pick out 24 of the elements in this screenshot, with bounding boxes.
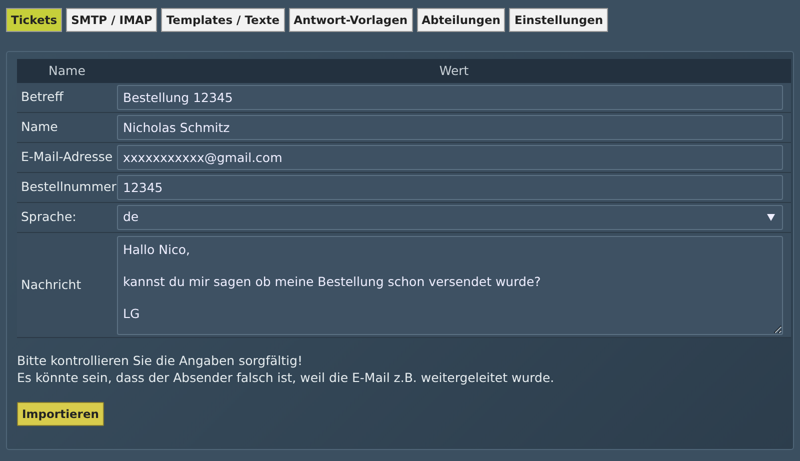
import-button[interactable]: Importieren	[17, 402, 104, 426]
select-field[interactable]: de	[117, 205, 783, 230]
text-field[interactable]: 12345	[117, 175, 783, 200]
column-header: Name	[48, 62, 86, 80]
message-field[interactable]: Hallo Nico, kannst du mir sagen ob meine Bestellung schon versendet wurde? LG	[117, 236, 783, 335]
tab[interactable]: Tickets	[6, 8, 62, 32]
field-label: E-Mail-Adresse	[20, 148, 114, 166]
field-label: Betreff	[20, 88, 65, 106]
notice-text: Bitte kontrollieren Sie die Angaben sorgfältig!	[17, 352, 304, 369]
column-header: Wert	[438, 62, 470, 80]
notice-text: Es könnte sein, dass der Absender falsch ist, weil die E-Mail z.B. weitergeleitet wurde.	[17, 369, 556, 386]
text-field[interactable]: xxxxxxxxxxx@gmail.com	[117, 145, 783, 170]
field-label: Bestellnummer	[20, 178, 117, 196]
field-label: Name	[20, 118, 59, 136]
tab[interactable]: Antwort-Vorlagen	[288, 8, 413, 32]
text-field[interactable]: Nicholas Schmitz	[117, 115, 783, 140]
field-label: Sprache:	[20, 208, 78, 226]
caret-icon	[767, 214, 775, 221]
tab[interactable]: SMTP / IMAP	[66, 8, 158, 32]
tab[interactable]: Einstellungen	[509, 8, 608, 32]
text-field[interactable]: Bestellung 12345	[117, 85, 783, 110]
tab[interactable]: Templates / Texte	[161, 8, 285, 32]
tab[interactable]: Abteilungen	[416, 8, 506, 32]
field-label: Nachricht	[20, 276, 82, 294]
